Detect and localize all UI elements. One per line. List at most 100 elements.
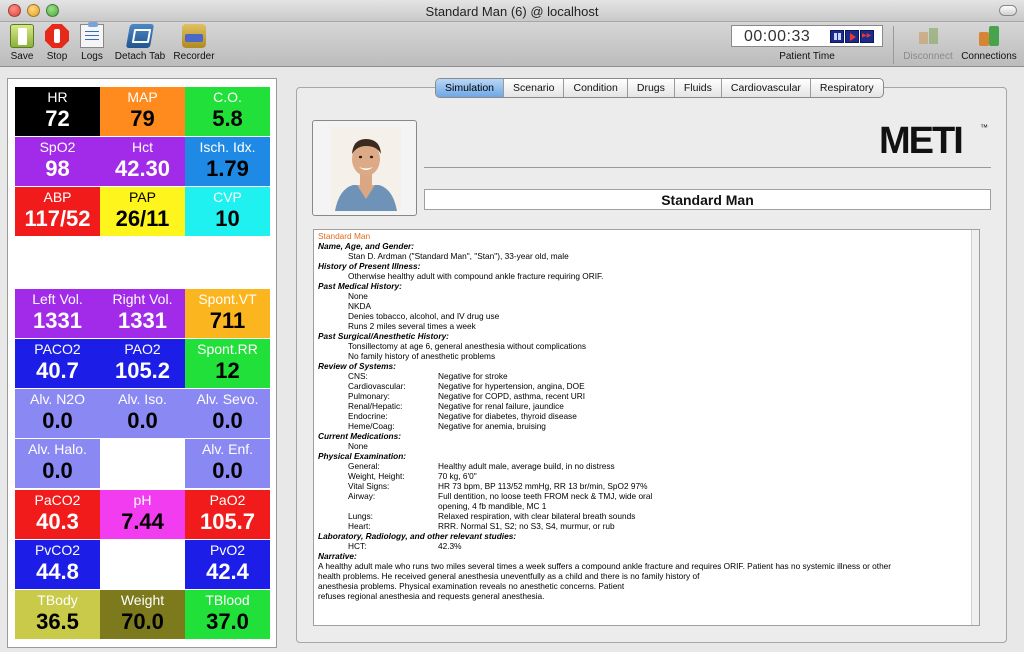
vital-name: Alv. N2O [30, 391, 85, 407]
key-value-row: Weight, Height: 70 kg, 6'0" [318, 471, 963, 481]
vital-value: 117/52 [24, 206, 91, 231]
patient-profile-document[interactable]: Standard Man Name, Age, and Gender: Stan… [313, 229, 980, 626]
tab-cardiovascular[interactable]: Cardiovascular [722, 79, 811, 97]
vital-tile-paco2: PACO2 40.7 [15, 339, 100, 388]
vital-name: PaCO2 [34, 492, 81, 508]
section-text: NKDA [348, 301, 372, 311]
detach-tab-label: Detach Tab [114, 51, 166, 62]
vital-value: 42.30 [114, 156, 171, 181]
vital-tile-map: MAP 79 [100, 87, 185, 136]
row-value: Healthy adult male, average build, in no… [438, 461, 615, 471]
row-key: Airway: [348, 491, 376, 501]
vital-name: C.O. [213, 89, 242, 105]
row-value: Negative for stroke [438, 371, 508, 381]
vital-value: 105.7 [199, 509, 256, 534]
section-heading: Laboratory, Radiology, and other relevan… [318, 531, 517, 541]
tab-drugs[interactable]: Drugs [628, 79, 675, 97]
section-heading: Name, Age, and Gender: [318, 241, 415, 251]
vital-value: 5.8 [212, 106, 243, 131]
key-value-row: General: Healthy adult male, average buil… [318, 461, 963, 471]
vital-tile-weight: Weight 70.0 [100, 590, 185, 639]
patient-name-field: Standard Man [424, 189, 991, 210]
logs-button[interactable]: Logs [77, 22, 107, 62]
tab-condition[interactable]: Condition [564, 79, 628, 97]
section-heading: Current Medications: [318, 431, 401, 441]
detach-tab-button[interactable]: Detach Tab [112, 24, 168, 62]
section-text: Runs 2 miles several times a week [348, 321, 476, 331]
vital-value: 79 [130, 106, 155, 131]
disconnect-button[interactable]: Disconnect [900, 24, 956, 62]
trademark-symbol: ™ [980, 123, 988, 132]
fast-forward-button[interactable] [860, 30, 874, 43]
vital-value: 12 [215, 358, 240, 383]
key-value-row: Renal/Hepatic: Negative for renal failure… [318, 401, 963, 411]
vital-tile-spo2: SpO2 98 [15, 137, 100, 186]
row-value: Full dentition, no loose teeth FROM neck… [438, 491, 653, 501]
vital-name: PaO2 [209, 492, 246, 508]
row-value: Negative for renal failure, jaundice [438, 401, 564, 411]
document-scrollbar[interactable] [971, 230, 979, 625]
vital-value: 37.0 [206, 609, 249, 634]
vital-value: 1.79 [206, 156, 249, 181]
row-key: Pulmonary: [348, 391, 390, 401]
pause-button[interactable] [830, 30, 844, 43]
patient-photo-image [331, 127, 401, 211]
vital-name: Hct [132, 139, 153, 155]
toolbar-toggle-button[interactable] [999, 5, 1017, 16]
section-heading: Narrative: [318, 551, 357, 561]
row-key: General: [348, 461, 380, 471]
stop-button[interactable]: Stop [42, 24, 72, 62]
section-text: None [348, 291, 368, 301]
vital-value: 105.2 [114, 358, 171, 383]
row-key: Heart: [348, 521, 371, 531]
vital-name: Alv. Iso. [118, 391, 167, 407]
vital-value: 42.4 [206, 559, 249, 584]
row-value: Negative for COPD, asthma, recent URI [438, 391, 586, 401]
toolbar: Save Stop Logs Detach Tab Recorder 00:00… [0, 22, 1024, 67]
narrative-line: refuses regional anesthesia and requests… [318, 591, 545, 601]
row-key: Endocrine: [348, 411, 388, 421]
narrative-line: A healthy adult male who runs two miles … [318, 561, 892, 571]
vital-tile-tbody: TBody 36.5 [15, 590, 100, 639]
tab-simulation[interactable]: Simulation [436, 79, 505, 97]
vital-value: 0.0 [42, 408, 73, 433]
vital-name: MAP [127, 89, 158, 105]
save-label: Save [10, 51, 34, 62]
vital-tile-isch-idx: Isch. Idx. 1.79 [185, 137, 270, 186]
row-key: Heme/Coag: [348, 421, 395, 431]
section-text: Stan D. Ardman ("Standard Man", "Stan"),… [348, 251, 569, 261]
vital-value: 7.44 [121, 509, 164, 534]
vital-tile-pvo2: PvO2 42.4 [185, 540, 270, 589]
vital-tile-alv-n2o: Alv. N2O 0.0 [15, 389, 100, 438]
play-button[interactable] [845, 30, 859, 43]
save-icon [10, 24, 34, 48]
vital-tile-tblood: TBlood 37.0 [185, 590, 270, 639]
section-heading: Past Surgical/Anesthetic History: [318, 331, 449, 341]
key-value-row: Heart: RRR. Normal S1, S2; no S3, S4, mur… [318, 521, 963, 531]
row-value: Negative for hypertension, angina, DOE [438, 381, 585, 391]
row-value: 70 kg, 6'0" [438, 471, 477, 481]
vital-tile-pvco2: PvCO2 44.8 [15, 540, 100, 589]
connections-label: Connections [961, 51, 1017, 62]
vital-name: Alv. Halo. [28, 441, 87, 457]
recorder-button[interactable]: Recorder [172, 24, 216, 62]
section-heading: Review of Systems: [318, 361, 396, 371]
vital-tile-pap: PAP 26/11 [100, 187, 185, 236]
vital-value: 1331 [33, 308, 82, 333]
vital-name: TBody [37, 592, 78, 608]
vital-tile-left-vol: Left Vol. 1331 [15, 289, 100, 338]
row-value: opening, 4 fb mandible, MC 1 [438, 501, 547, 511]
tab-scenario[interactable]: Scenario [504, 79, 565, 97]
connections-button[interactable]: Connections [958, 24, 1020, 62]
vital-value: 10 [215, 206, 240, 231]
vital-tile-alv-halo: Alv. Halo. 0.0 [15, 439, 100, 488]
tab-bar: Simulation Scenario Condition Drugs Fluids Ca… [435, 78, 884, 98]
section-heading: Past Medical History: [318, 281, 402, 291]
tab-fluids[interactable]: Fluids [675, 79, 722, 97]
key-value-row: Heme/Coag: Negative for anemia, bruising [318, 421, 963, 431]
vital-tile-hr: HR 72 [15, 87, 100, 136]
save-button[interactable]: Save [7, 24, 37, 62]
section-text: Otherwise healthy adult with compound an… [348, 271, 604, 281]
vital-name: PvCO2 [34, 542, 81, 558]
tab-respiratory[interactable]: Respiratory [811, 79, 883, 97]
